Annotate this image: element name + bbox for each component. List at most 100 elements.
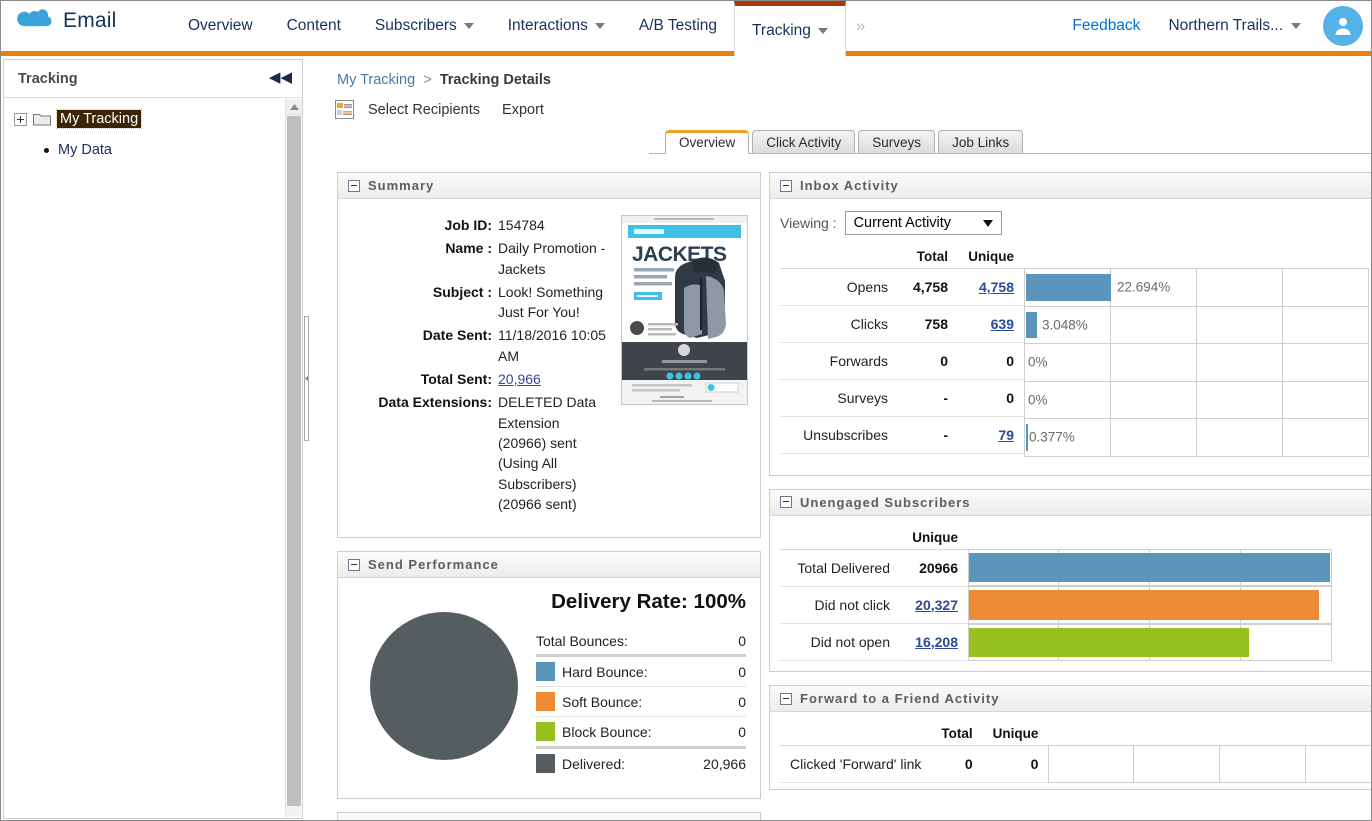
tree-node-my-tracking[interactable]: My Tracking bbox=[14, 109, 302, 129]
legend-row-soft-bounce: Soft Bounce: 0 bbox=[536, 687, 746, 718]
table-row: Forwards 0 0 bbox=[780, 342, 1024, 380]
row-label-forwards: Forwards bbox=[780, 342, 898, 380]
row-total-opens: 4,758 bbox=[898, 268, 958, 306]
row-total-clicked-forward: 0 bbox=[931, 745, 983, 783]
tab-click-activity[interactable]: Click Activity bbox=[752, 130, 856, 154]
send-performance-panel-body: Delivery Rate: 100% Total Bounces: 0 Har… bbox=[338, 578, 760, 798]
unengaged-panel-body: Unique Total Delivered 20966 Did not cli… bbox=[770, 516, 1371, 672]
table-row: Did not open 16,208 bbox=[780, 623, 968, 661]
total-sent-link[interactable]: 20,966 bbox=[498, 369, 541, 389]
panel-title: Summary bbox=[368, 178, 435, 193]
hard-bounce-swatch-icon bbox=[536, 662, 555, 682]
nav-item-label: Subscribers bbox=[374, 17, 457, 34]
tab-surveys[interactable]: Surveys bbox=[858, 130, 936, 154]
breadcrumb-parent-link[interactable]: My Tracking bbox=[337, 72, 415, 88]
sidebar-scrollbar[interactable] bbox=[285, 99, 302, 817]
inbox-activity-bar-chart: 22.694% 3.048% 0% 0% 0.377% bbox=[1024, 268, 1369, 457]
select-recipients-button[interactable]: Select Recipients bbox=[360, 102, 488, 118]
legend-row-delivered: Delivered: 20,966 bbox=[536, 749, 746, 778]
open-performance-panel: Open Performance bbox=[337, 812, 761, 820]
nav-item-overview[interactable]: Overview bbox=[171, 1, 270, 51]
tree-node-label[interactable]: My Data bbox=[58, 142, 112, 158]
row-value-did-not-open-link[interactable]: 16,208 bbox=[915, 634, 958, 650]
nav-item-label: Overview bbox=[188, 17, 253, 34]
row-value-total-delivered: 20966 bbox=[900, 549, 968, 587]
viewing-select[interactable]: Current Activity bbox=[844, 211, 1003, 235]
tab-job-links[interactable]: Job Links bbox=[938, 130, 1024, 154]
nav-item-subscribers[interactable]: Subscribers bbox=[358, 1, 491, 51]
chart-row-clicked-forward bbox=[1048, 745, 1371, 783]
bar-label-opens: 22.694% bbox=[1117, 279, 1171, 295]
chart-row-surveys: 0% bbox=[1025, 381, 1369, 419]
sidebar-splitter[interactable] bbox=[304, 101, 312, 501]
field-label: Job ID: bbox=[444, 217, 492, 233]
tree-node-label[interactable]: My Tracking bbox=[55, 109, 143, 129]
content-toolbar: Select Recipients Export bbox=[313, 94, 1371, 122]
export-button[interactable]: Export bbox=[494, 102, 552, 118]
summary-panel-header: Summary bbox=[338, 173, 760, 199]
main-content: My Tracking > Tracking Details Select Re… bbox=[313, 59, 1371, 820]
row-total-surveys: - bbox=[898, 379, 958, 417]
collapse-sidebar-icon[interactable]: ◀◀ bbox=[269, 70, 292, 85]
nav-item-ab-testing[interactable]: A/B Testing bbox=[622, 1, 734, 51]
row-unique-unsubscribes-link[interactable]: 79 bbox=[998, 427, 1014, 443]
avatar[interactable] bbox=[1323, 6, 1363, 46]
email-preview-thumbnail[interactable]: JACKETS bbox=[621, 215, 748, 405]
nav-overflow-icon[interactable]: » bbox=[846, 1, 875, 51]
scrollbar-thumb[interactable] bbox=[287, 116, 301, 806]
expand-plus-icon[interactable] bbox=[14, 112, 27, 126]
collapse-minus-icon[interactable] bbox=[348, 558, 360, 571]
row-unique-clicks-link[interactable]: 639 bbox=[991, 316, 1014, 332]
breadcrumb-separator: > bbox=[423, 72, 432, 88]
summary-field-total-sent: Total Sent: 20,966 bbox=[364, 369, 611, 389]
row-value-did-not-click-link[interactable]: 20,327 bbox=[915, 597, 958, 613]
bar-label-surveys: 0% bbox=[1028, 392, 1048, 408]
row-label-total-delivered: Total Delivered bbox=[780, 549, 900, 587]
bar-clicks bbox=[1026, 311, 1037, 338]
collapse-minus-icon[interactable] bbox=[348, 179, 360, 192]
summary-field-data-extensions: Data Extensions: DELETED Data Extension … bbox=[364, 392, 611, 514]
table-row: Clicked 'Forward' link 0 0 bbox=[780, 745, 1049, 783]
table-header-row: Unique bbox=[780, 527, 968, 550]
bar-did-not-click bbox=[969, 590, 1319, 620]
collapse-minus-icon[interactable] bbox=[780, 179, 792, 192]
open-performance-panel-header: Open Performance bbox=[338, 813, 760, 820]
legend-label: Total Bounces: bbox=[536, 633, 628, 650]
row-total-clicks: 758 bbox=[898, 305, 958, 343]
row-total-unsubscribes: - bbox=[898, 416, 958, 454]
splitter-grip[interactable] bbox=[304, 316, 309, 441]
table-row: Opens 4,758 4,758 bbox=[780, 268, 1024, 306]
table-row: Clicks 758 639 bbox=[780, 305, 1024, 343]
panel-title: Open Performance bbox=[368, 818, 500, 820]
forward-activity-panel-header: Forward to a Friend Activity bbox=[770, 686, 1371, 712]
nav-item-content[interactable]: Content bbox=[270, 1, 358, 51]
chevron-down-icon bbox=[817, 28, 828, 34]
bar-unsubscribes bbox=[1026, 424, 1028, 451]
send-performance-legend: Delivery Rate: 100% Total Bounces: 0 Har… bbox=[536, 590, 752, 778]
table-header-row: Total Unique bbox=[780, 247, 1024, 269]
forward-activity-table: Total Unique Clicked 'Forward' link 0 0 bbox=[780, 724, 1049, 783]
tree-node-my-data[interactable]: My Data bbox=[14, 142, 302, 158]
nav-item-interactions[interactable]: Interactions bbox=[491, 1, 622, 51]
collapse-minus-icon[interactable] bbox=[780, 496, 792, 508]
breadcrumb-current: Tracking Details bbox=[439, 72, 551, 88]
collapse-minus-icon[interactable] bbox=[780, 692, 792, 705]
primary-nav: Overview Content Subscribers Interaction… bbox=[171, 1, 875, 56]
scroll-up-icon[interactable] bbox=[286, 99, 302, 115]
column-header-unique: Unique bbox=[982, 724, 1049, 746]
feedback-link[interactable]: Feedback bbox=[1060, 17, 1152, 35]
nav-item-tracking[interactable]: Tracking bbox=[734, 1, 846, 56]
account-menu[interactable]: Northern Trails... bbox=[1156, 17, 1307, 35]
row-unique-surveys: 0 bbox=[958, 379, 1024, 417]
tab-overview[interactable]: Overview bbox=[665, 130, 750, 155]
tab-label: Click Activity bbox=[766, 135, 842, 150]
viewing-label: Viewing : bbox=[780, 215, 837, 231]
select-recipients-icon bbox=[335, 100, 354, 119]
column-header-unique: Unique bbox=[958, 247, 1024, 269]
column-header-total: Total bbox=[931, 724, 983, 746]
forward-activity-panel-body: Total Unique Clicked 'Forward' link 0 0 bbox=[770, 712, 1371, 789]
row-label-unsubscribes: Unsubscribes bbox=[780, 416, 898, 454]
row-unique-opens-link[interactable]: 4,758 bbox=[979, 279, 1014, 295]
salesforce-cloud-icon bbox=[15, 8, 53, 34]
table-header-row: Total Unique bbox=[780, 724, 1049, 746]
